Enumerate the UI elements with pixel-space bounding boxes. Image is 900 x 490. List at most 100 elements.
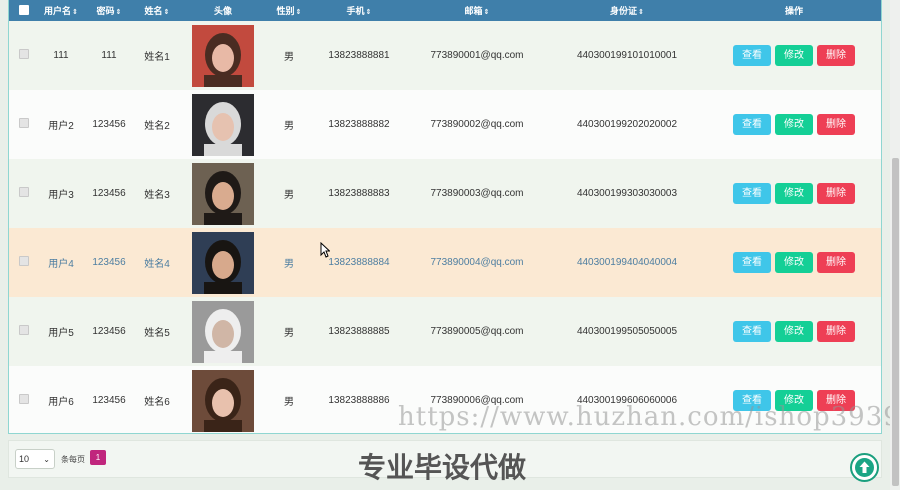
page-button-current[interactable]: 1 [90, 450, 106, 465]
column-header-actions: 操作 [784, 6, 803, 16]
table-header-row: 用户名⇕ 密码⇕ 姓名⇕ 头像 性别⇕ 手机⇕ 邮箱⇕ 身份证⇕ 操作 [9, 0, 881, 21]
delete-button[interactable]: 删除 [817, 252, 855, 273]
cell-phone: 13823888883 [328, 188, 390, 199]
row-checkbox[interactable] [19, 256, 29, 266]
cell-idcard: 440300199303030003 [576, 188, 678, 199]
row-checkbox[interactable] [19, 187, 29, 197]
scrollbar-thumb[interactable] [892, 158, 899, 486]
cell-phone: 13823888882 [328, 119, 390, 130]
user-avatar-image [192, 24, 254, 87]
arrow-up-icon [855, 458, 874, 477]
view-button[interactable]: 查看 [733, 183, 771, 204]
edit-button[interactable]: 修改 [775, 183, 813, 204]
cell-phone: 13823888885 [328, 326, 390, 337]
column-header-name[interactable]: 姓名⇕ [135, 0, 179, 21]
watermark-url: https://www.huzhan.com/ishop39397 [398, 402, 900, 432]
per-page-label: 条每页 [61, 455, 85, 464]
cell-name: 姓名3 [144, 190, 170, 201]
row-select-cell[interactable] [9, 366, 39, 433]
view-button[interactable]: 查看 [733, 114, 771, 135]
sort-icon[interactable]: ⇕ [296, 9, 302, 16]
sort-icon[interactable]: ⇕ [366, 9, 372, 16]
back-to-top-button[interactable] [850, 453, 879, 482]
cell-actions: 查看 修改 删除 [707, 159, 881, 228]
edit-button[interactable]: 修改 [775, 114, 813, 135]
column-header-phone[interactable]: 手机⇕ [311, 0, 407, 21]
row-checkbox[interactable] [19, 118, 29, 128]
user-list-page: 用户名⇕ 密码⇕ 姓名⇕ 头像 性别⇕ 手机⇕ 邮箱⇕ 身份证⇕ 操作 111 1… [0, 0, 900, 490]
cell-name: 姓名2 [144, 121, 170, 132]
promo-banner: 专业毕设代做 [358, 451, 527, 484]
user-avatar-image [192, 300, 254, 363]
table-row[interactable]: 用户4 123456 姓名4 男 13823888884 773890004@qq.com… [9, 228, 881, 297]
delete-button[interactable]: 删除 [817, 114, 855, 135]
cell-gender: 男 [284, 190, 294, 201]
view-button[interactable]: 查看 [733, 321, 771, 342]
vertical-scrollbar[interactable] [890, 0, 900, 490]
row-select-cell[interactable] [9, 297, 39, 366]
sort-icon[interactable]: ⇕ [484, 9, 490, 16]
user-avatar-image [192, 231, 254, 294]
column-header-password[interactable]: 密码⇕ [83, 0, 135, 21]
table-row[interactable]: 用户3 123456 姓名3 男 13823888883 773890003@qq.com… [9, 159, 881, 228]
cell-password: 123456 [92, 326, 126, 337]
table-row[interactable]: 111 111 姓名1 男 13823888881 773890001@qq.com 440… [9, 21, 881, 90]
edit-button[interactable]: 修改 [775, 252, 813, 273]
table-row[interactable]: 用户5 123456 姓名5 男 13823888885 773890005@qq.com… [9, 297, 881, 366]
cell-actions: 查看 修改 删除 [707, 90, 881, 159]
cell-gender: 男 [284, 121, 294, 132]
cell-idcard: 440300199101010001 [576, 50, 678, 61]
row-checkbox[interactable] [19, 325, 29, 335]
mouse-cursor-icon [320, 242, 330, 258]
cell-actions: 查看 修改 删除 [707, 228, 881, 297]
cell-password: 123456 [92, 119, 126, 130]
cell-avatar [179, 21, 267, 90]
cell-name: 姓名6 [144, 397, 170, 408]
row-select-cell[interactable] [9, 159, 39, 228]
edit-button[interactable]: 修改 [775, 321, 813, 342]
user-avatar-image [192, 93, 254, 156]
cell-email: 773890005@qq.com [430, 326, 524, 337]
column-header-gender[interactable]: 性别⇕ [267, 0, 311, 21]
user-avatar-image [192, 162, 254, 225]
row-checkbox[interactable] [19, 394, 29, 404]
cell-avatar [179, 90, 267, 159]
cell-username: 用户4 [48, 259, 74, 270]
delete-button[interactable]: 删除 [817, 321, 855, 342]
cell-username: 111 [53, 50, 69, 61]
cell-actions: 查看 修改 删除 [707, 297, 881, 366]
user-avatar-image [192, 369, 254, 432]
cell-avatar [179, 366, 267, 433]
cell-password: 123456 [92, 257, 126, 268]
cell-password: 123456 [92, 188, 126, 199]
edit-button[interactable]: 修改 [775, 45, 813, 66]
cell-name: 姓名1 [144, 52, 170, 63]
row-select-cell[interactable] [9, 228, 39, 297]
row-select-cell[interactable] [9, 90, 39, 159]
column-header-idcard[interactable]: 身份证⇕ [547, 0, 707, 21]
user-table: 用户名⇕ 密码⇕ 姓名⇕ 头像 性别⇕ 手机⇕ 邮箱⇕ 身份证⇕ 操作 111 1… [9, 0, 881, 433]
view-button[interactable]: 查看 [733, 45, 771, 66]
row-checkbox[interactable] [19, 49, 29, 59]
sort-icon[interactable]: ⇕ [164, 9, 170, 16]
cell-username: 用户6 [48, 397, 74, 408]
sort-icon[interactable]: ⇕ [72, 9, 78, 16]
cell-phone: 13823888884 [328, 257, 390, 268]
row-select-cell[interactable] [9, 21, 39, 90]
select-all-checkbox[interactable] [19, 4, 29, 15]
column-header-username[interactable]: 用户名⇕ [39, 0, 83, 21]
delete-button[interactable]: 删除 [817, 45, 855, 66]
sort-icon[interactable]: ⇕ [638, 9, 644, 16]
cell-idcard: 440300199202020002 [576, 119, 678, 130]
table-row[interactable]: 用户2 123456 姓名2 男 13823888882 773890002@qq.com… [9, 90, 881, 159]
cell-email: 773890001@qq.com [430, 50, 524, 61]
view-button[interactable]: 查看 [733, 252, 771, 273]
cell-avatar [179, 228, 267, 297]
select-all-cell[interactable] [9, 0, 39, 21]
page-size-select[interactable]: 10 ⌄ [15, 449, 55, 469]
delete-button[interactable]: 删除 [817, 183, 855, 204]
chevron-down-icon: ⌄ [43, 455, 50, 464]
cell-gender: 男 [284, 328, 294, 339]
sort-icon[interactable]: ⇕ [116, 9, 122, 16]
column-header-email[interactable]: 邮箱⇕ [407, 0, 547, 21]
